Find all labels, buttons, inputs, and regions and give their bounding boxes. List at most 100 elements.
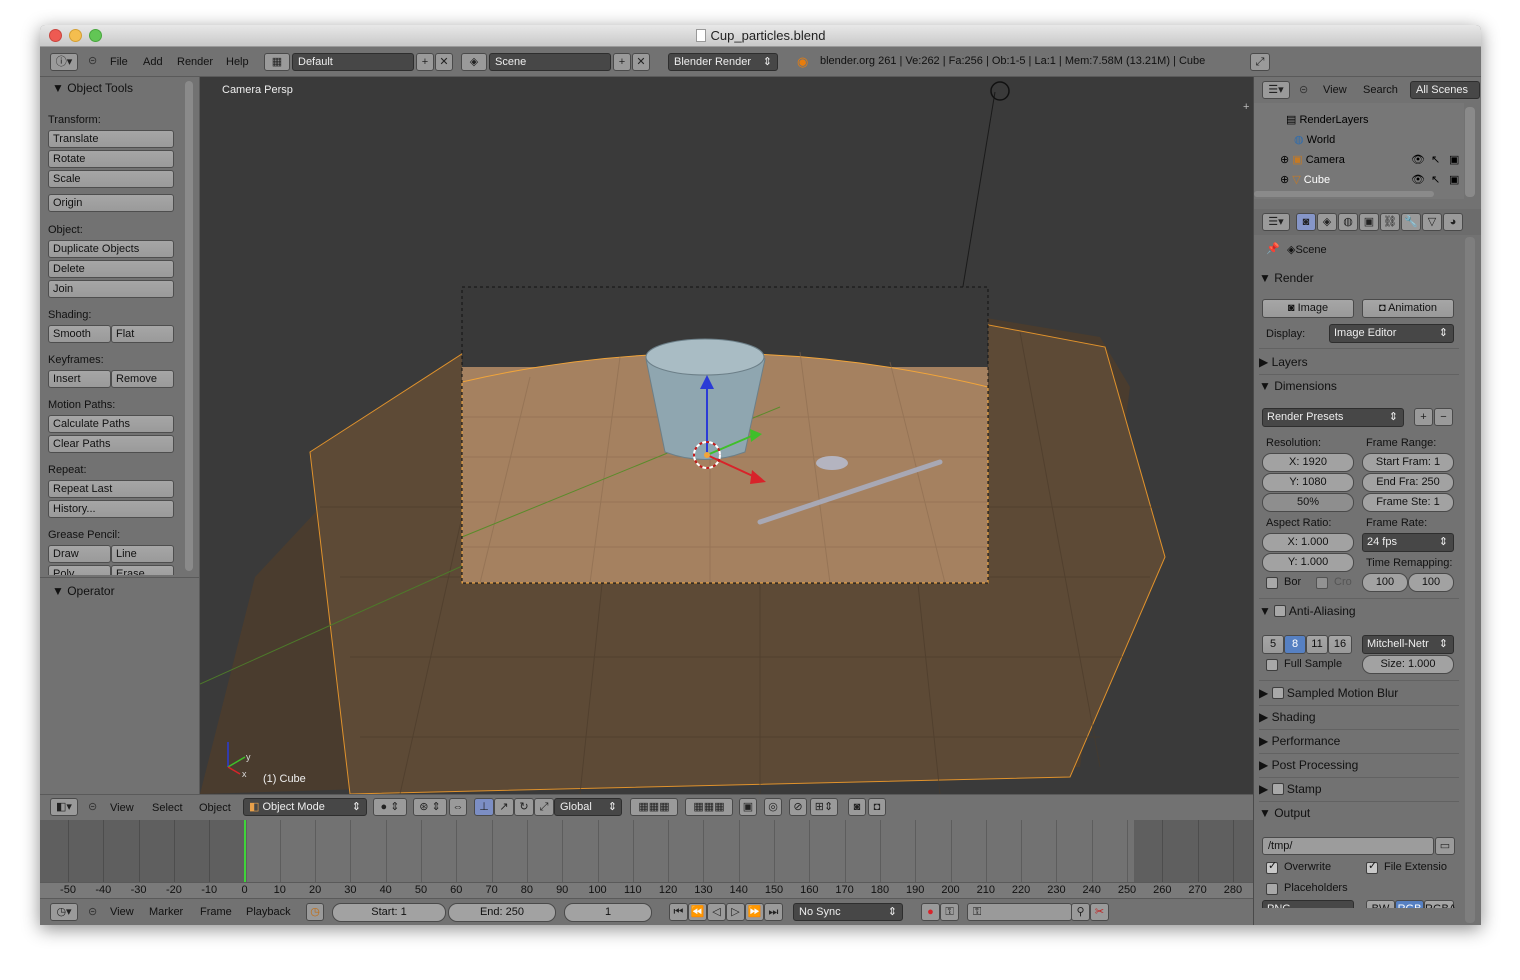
clear-paths-button[interactable]: Clear Paths	[48, 435, 174, 453]
duplicate-objects-button[interactable]: Duplicate Objects	[48, 240, 174, 258]
arrow-manipulator-icon[interactable]: ↗	[494, 798, 514, 816]
visibility-eye-icon[interactable]: 👁	[1411, 150, 1425, 170]
menu-view[interactable]: View	[110, 899, 134, 925]
data-tab-icon[interactable]: ▽	[1422, 213, 1442, 231]
keying-set-field[interactable]: ⚿	[967, 903, 1072, 921]
menu-marker[interactable]: Marker	[149, 899, 183, 925]
screen-layout-field[interactable]: Default	[292, 53, 414, 71]
outliner-item-world[interactable]: ◍ World	[1254, 130, 1464, 150]
close-window-button[interactable]	[49, 29, 62, 42]
current-frame-field[interactable]: 1	[564, 903, 652, 922]
rotate-manipulator-icon[interactable]: ↻	[514, 798, 534, 816]
minimize-window-button[interactable]	[69, 29, 82, 42]
editor-type-3d-button[interactable]: ◧▾	[50, 798, 78, 816]
current-frame-indicator[interactable]	[243, 820, 246, 882]
zoom-window-button[interactable]	[89, 29, 102, 42]
layers-panel-header[interactable]: ▶ Layers	[1259, 351, 1459, 373]
editor-type-info-button[interactable]: ⓘ▾	[50, 53, 78, 71]
start-frame-field[interactable]: Start: 1	[332, 903, 446, 922]
stamp-checkbox[interactable]	[1271, 783, 1284, 795]
end-frame-field[interactable]: End: 250	[448, 903, 556, 922]
selectable-cursor-icon[interactable]: ↖	[1431, 170, 1440, 190]
end-frame-field[interactable]: End Fra: 250	[1362, 473, 1454, 492]
file-format-select[interactable]: PNG	[1262, 900, 1354, 908]
delete-scene-button[interactable]: ✕	[632, 53, 650, 71]
join-button[interactable]: Join	[48, 280, 174, 298]
menu-playback[interactable]: Playback	[246, 899, 291, 925]
object-mode-select[interactable]: ◧ Object Mode ⇕	[243, 798, 367, 816]
properties-scrollbar[interactable]	[1465, 237, 1475, 923]
dimensions-panel-header[interactable]: ▼ Dimensions	[1259, 375, 1459, 397]
insert-keyframe-button[interactable]: Insert	[48, 370, 111, 388]
menu-object[interactable]: Object	[199, 795, 231, 821]
add-scene-button[interactable]: +	[613, 53, 631, 71]
translate-button[interactable]: Translate	[48, 130, 174, 148]
jump-keyframe-forward-icon[interactable]: ⏩	[745, 903, 764, 921]
resolution-y-field[interactable]: Y: 1080	[1262, 473, 1354, 492]
pin-icon[interactable]: 📌	[1266, 242, 1280, 255]
pivot-point-button[interactable]: ⊛ ⇕	[413, 798, 447, 816]
delete-button[interactable]: Delete	[48, 260, 174, 278]
timeline-area[interactable]: -50 -40 -30 -20 -10 0 10 20 30 40 50 60 70 80 90 100 110…	[40, 820, 1253, 898]
aa-size-field[interactable]: Size: 1.000	[1362, 655, 1454, 674]
anti-aliasing-checkbox[interactable]	[1274, 605, 1287, 617]
aa-samples-11[interactable]: 11	[1306, 635, 1328, 654]
renderable-icon[interactable]: ▣	[1449, 170, 1459, 190]
play-reverse-icon[interactable]: ◁	[707, 903, 726, 921]
scene-field[interactable]: Scene	[489, 53, 611, 71]
scene-tab-icon[interactable]: ◈	[1317, 213, 1337, 231]
flat-button[interactable]: Flat	[111, 325, 174, 343]
full-sample-checkbox[interactable]	[1266, 659, 1278, 671]
editor-type-outliner-button[interactable]: ☰▾	[1262, 81, 1290, 99]
jump-keyframe-back-icon[interactable]: ⏪	[688, 903, 707, 921]
object-tab-icon[interactable]: ▣	[1359, 213, 1379, 231]
frame-step-field[interactable]: Frame Ste: 1	[1362, 493, 1454, 512]
layers-grid-a[interactable]: ▦▦▦	[630, 798, 678, 816]
add-preset-button[interactable]: +	[1414, 408, 1433, 426]
smooth-button[interactable]: Smooth	[48, 325, 111, 343]
operator-header[interactable]: ▼ Operator	[52, 584, 115, 598]
menu-file[interactable]: File	[110, 47, 128, 77]
remove-keyframe-button[interactable]: Remove	[111, 370, 174, 388]
opengl-render-icon[interactable]: ◙	[848, 798, 866, 816]
start-frame-field[interactable]: Start Fram: 1	[1362, 453, 1454, 472]
color-rgb-button[interactable]: RGB	[1395, 900, 1424, 908]
tool-shelf-scrollbar[interactable]	[185, 81, 193, 571]
repeat-last-button[interactable]: Repeat Last	[48, 480, 174, 498]
viewport-shading-button[interactable]: ● ⇕	[373, 798, 407, 816]
menu-render[interactable]: Render	[177, 47, 213, 77]
collapse-menu-icon[interactable]: ⊝	[88, 905, 97, 918]
object-tools-header[interactable]: ▼ Object Tools	[52, 81, 133, 95]
menu-add[interactable]: Add	[143, 47, 163, 77]
aspect-y-field[interactable]: Y: 1.000	[1262, 553, 1354, 572]
render-engine-select[interactable]: Blender Render ⇕	[668, 53, 778, 71]
crop-checkbox[interactable]	[1316, 577, 1328, 589]
outliner-item-cube[interactable]: ⊕ ▽ Cube 👁 ↖ ▣	[1254, 170, 1464, 190]
draw-button[interactable]: Draw	[48, 545, 111, 563]
poly-button[interactable]: Poly	[48, 565, 111, 575]
motion-blur-panel-header[interactable]: ▶ Sampled Motion Blur	[1259, 682, 1459, 704]
aspect-x-field[interactable]: X: 1.000	[1262, 533, 1354, 552]
lock-layers-icon[interactable]: ▣	[739, 798, 757, 816]
transform-orientation-select[interactable]: Global ⇕	[554, 798, 622, 816]
delete-screen-button[interactable]: ✕	[435, 53, 453, 71]
translate-manipulator-icon[interactable]: ⊥	[474, 798, 494, 816]
origin-button[interactable]: Origin	[48, 194, 174, 212]
collapse-menu-icon[interactable]: ⊝	[88, 54, 97, 67]
scene-icon[interactable]: ◈	[461, 53, 487, 71]
menu-frame[interactable]: Frame	[200, 899, 232, 925]
placeholders-checkbox[interactable]	[1266, 883, 1278, 895]
output-path-field[interactable]: /tmp/	[1262, 837, 1434, 855]
aa-samples-5[interactable]: 5	[1262, 635, 1284, 654]
delete-keyframe-icon[interactable]: ✂	[1090, 903, 1109, 921]
border-checkbox[interactable]	[1266, 577, 1278, 589]
record-icon[interactable]: ●	[921, 903, 940, 921]
renderable-icon[interactable]: ▣	[1449, 150, 1459, 170]
outliner-item-renderlayers[interactable]: ▤ RenderLayers	[1254, 110, 1464, 130]
modifiers-tab-icon[interactable]: 🔧	[1401, 213, 1421, 231]
manipulator-toggle-icon[interactable]: ⇔	[449, 798, 467, 816]
snap-toggle-icon[interactable]: ⊘	[789, 798, 807, 816]
calculate-paths-button[interactable]: Calculate Paths	[48, 415, 174, 433]
jump-start-icon[interactable]: ⏮	[669, 903, 688, 921]
menu-view[interactable]: View	[1323, 77, 1347, 103]
